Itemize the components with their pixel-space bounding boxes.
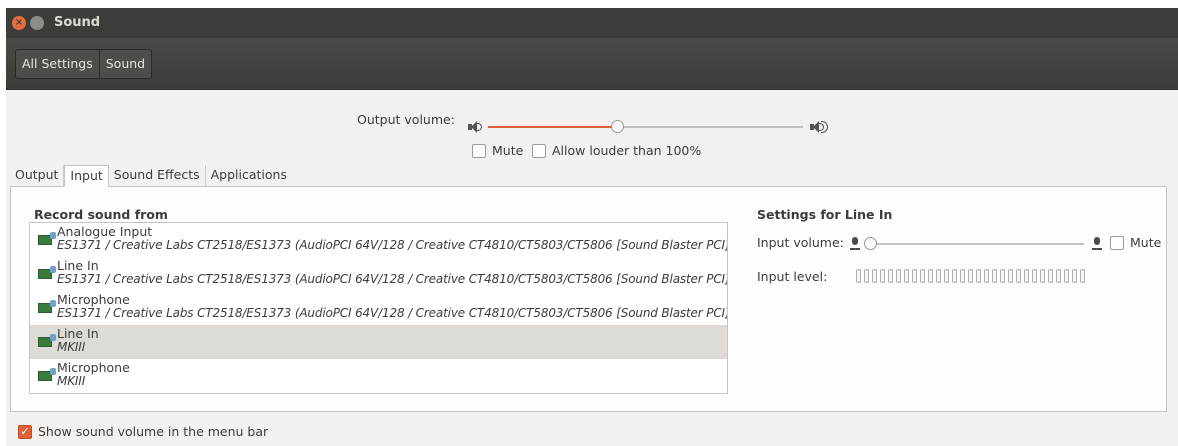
list-item[interactable]: Microphone MKIII [30, 359, 727, 393]
level-segment [952, 269, 957, 283]
list-item[interactable]: Line In MKIII [30, 325, 727, 359]
input-volume-label: Input volume: [757, 235, 844, 250]
device-description: ES1371 / Creative Labs CT2518/ES1373 (Au… [57, 272, 728, 286]
level-segment [1008, 269, 1013, 283]
level-segment [984, 269, 989, 283]
close-icon[interactable]: × [12, 16, 26, 30]
level-segment [928, 269, 933, 283]
device-name: Line In [57, 326, 99, 341]
minimize-icon[interactable] [30, 16, 44, 30]
level-segment [976, 269, 981, 283]
level-segment [1048, 269, 1053, 283]
output-mute-checkbox[interactable] [472, 144, 486, 158]
input-panel: Record sound from Analogue Input ES1371 … [10, 186, 1167, 412]
speaker-high-icon [810, 121, 828, 133]
settings-title: Settings for Line In [757, 207, 893, 222]
level-segment [880, 269, 885, 283]
tab-bar: Output Input Sound Effects Applications [10, 165, 292, 187]
device-name: Microphone [57, 292, 130, 307]
input-volume-thumb[interactable] [864, 237, 877, 250]
device-description: MKIII [57, 340, 86, 354]
level-segment [1000, 269, 1005, 283]
list-item[interactable]: Analogue Input ES1371 / Creative Labs CT… [30, 223, 727, 257]
tab-output[interactable]: Output [10, 165, 65, 187]
tab-applications[interactable]: Applications [206, 165, 292, 187]
breadcrumb-all-settings[interactable]: All Settings [16, 50, 99, 78]
level-segment [872, 269, 877, 283]
checkmark-icon: ✓ [20, 425, 30, 438]
level-segment [1064, 269, 1069, 283]
device-name: Line In [57, 258, 99, 273]
level-segment [1016, 269, 1021, 283]
show-in-menu-bar-label: Show sound volume in the menu bar [38, 424, 269, 439]
list-item[interactable]: Microphone ES1371 / Creative Labs CT2518… [30, 291, 727, 325]
level-segment [1072, 269, 1077, 283]
level-segment [1040, 269, 1045, 283]
sound-card-icon [38, 334, 56, 348]
list-item[interactable]: Line In ES1371 / Creative Labs CT2518/ES… [30, 257, 727, 291]
level-segment [920, 269, 925, 283]
microphone-low-icon [850, 237, 860, 250]
tab-sound-effects[interactable]: Sound Effects [109, 165, 206, 187]
level-segment [944, 269, 949, 283]
device-description: ES1371 / Creative Labs CT2518/ES1373 (Au… [57, 306, 728, 320]
allow-louder-checkbox[interactable] [532, 144, 546, 158]
allow-louder-label: Allow louder than 100% [552, 143, 702, 158]
level-segment [904, 269, 909, 283]
output-volume-label: Output volume: [357, 112, 455, 127]
level-segment [1024, 269, 1029, 283]
speaker-low-icon [468, 121, 482, 133]
level-segment [912, 269, 917, 283]
level-segment [936, 269, 941, 283]
level-segment [864, 269, 869, 283]
title-bar: × Sound [6, 8, 1178, 38]
level-segment [992, 269, 997, 283]
level-segment [896, 269, 901, 283]
breadcrumb: All Settings Sound [15, 49, 153, 79]
input-device-list[interactable]: Analogue Input ES1371 / Creative Labs CT… [29, 222, 728, 394]
record-sound-from-title: Record sound from [34, 207, 168, 222]
device-name: Microphone [57, 360, 130, 375]
show-in-menu-bar-checkbox[interactable]: ✓ [18, 425, 32, 439]
output-mute-label: Mute [492, 143, 524, 158]
sound-card-icon [38, 232, 56, 246]
level-segment [888, 269, 893, 283]
device-description: ES1371 / Creative Labs CT2518/ES1373 (Au… [57, 238, 728, 252]
input-mute-label: Mute [1130, 235, 1162, 250]
microphone-high-icon [1092, 237, 1102, 250]
level-segment [1056, 269, 1061, 283]
breadcrumb-sound[interactable]: Sound [98, 50, 151, 78]
input-level-label: Input level: [757, 269, 828, 284]
output-volume-fill [488, 126, 618, 128]
input-level-meter [856, 269, 1085, 283]
output-volume-slider[interactable] [488, 120, 803, 133]
level-segment [856, 269, 861, 283]
window-title: Sound [54, 15, 101, 30]
input-volume-slider[interactable] [864, 237, 1084, 250]
sound-card-icon [38, 300, 56, 314]
input-mute-checkbox[interactable] [1110, 236, 1124, 250]
sound-card-icon [38, 368, 56, 382]
level-segment [960, 269, 965, 283]
sound-card-icon [38, 266, 56, 280]
device-name: Analogue Input [57, 224, 153, 239]
device-description: MKIII [57, 374, 86, 388]
level-segment [1032, 269, 1037, 283]
level-segment [1080, 269, 1085, 283]
tab-input[interactable]: Input [64, 165, 109, 187]
level-segment [968, 269, 973, 283]
toolbar: All Settings Sound [6, 38, 1178, 90]
